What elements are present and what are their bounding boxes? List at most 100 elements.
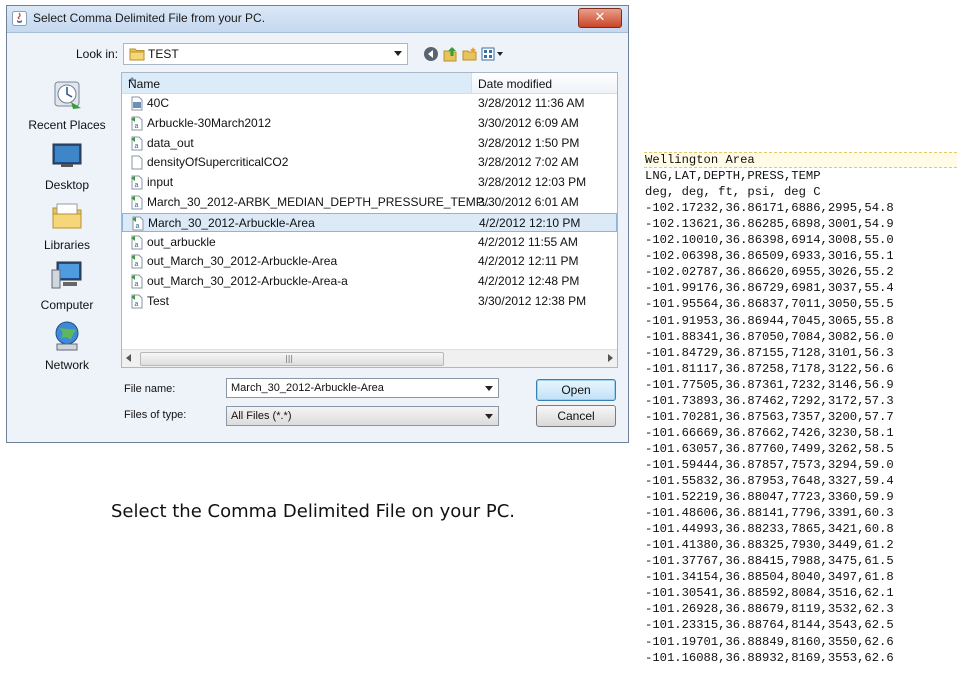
file-name: out_March_30_2012-Arbuckle-Area-a	[147, 274, 348, 289]
file-list-header: Name Date modified	[122, 73, 617, 94]
file-name-value: March_30_2012-Arbuckle-Area	[231, 382, 384, 394]
file-date: 3/30/2012 12:38 PM	[478, 294, 587, 308]
new-folder-icon[interactable]	[462, 46, 478, 62]
look-in-label: Look in:	[76, 47, 119, 61]
up-folder-icon[interactable]	[443, 46, 459, 62]
table-row[interactable]: a Test 3/30/2012 12:38 PM	[122, 292, 617, 311]
csv-data-line: -102.13621,36.86285,6898,3001,54.9	[645, 217, 894, 232]
csv-data-line: -101.44993,36.88233,7865,3421,60.8	[645, 522, 894, 537]
csv-data-line: -101.48606,36.88141,7796,3391,60.3	[645, 506, 894, 521]
back-icon[interactable]	[423, 46, 439, 62]
window-title: Select Comma Delimited File from your PC…	[33, 11, 266, 25]
chevron-down-icon[interactable]	[485, 386, 493, 391]
data-file-icon: a	[132, 216, 144, 231]
file-date: 3/28/2012 7:02 AM	[478, 155, 579, 170]
view-menu-icon[interactable]	[481, 46, 505, 62]
look-in-dropdown[interactable]: TEST	[123, 43, 408, 65]
csv-header-line: LNG,LAT,DEPTH,PRESS,TEMP	[645, 169, 821, 184]
look-in-value: TEST	[148, 47, 179, 61]
column-header-date[interactable]: Date modified	[472, 73, 617, 93]
table-row[interactable]: a Arbuckle-30March2012 3/30/2012 6:09 AM	[122, 114, 617, 133]
place-label: Network	[44, 358, 89, 372]
file-type-dropdown[interactable]: All Files (*.*)	[226, 406, 499, 426]
place-label: Libraries	[43, 238, 91, 252]
table-row[interactable]: a data_out 3/28/2012 1:50 PM	[122, 134, 617, 153]
table-row[interactable]: a out_March_30_2012-Arbuckle-Area 4/2/2012…	[122, 252, 617, 271]
csv-data-line: -101.30541,36.88592,8084,3516,62.1	[645, 586, 894, 601]
file-name: 40C	[147, 96, 170, 110]
scroll-left-icon[interactable]	[126, 354, 131, 362]
file-name: March_30_2012-ARBK_MEDIAN_DEPTH_PRESSURE…	[147, 195, 493, 209]
file-name: Test	[147, 294, 170, 308]
horizontal-scrollbar[interactable]: |||	[122, 349, 617, 367]
cancel-button[interactable]: Cancel	[536, 405, 616, 427]
file-name-input[interactable]: March_30_2012-Arbuckle-Area	[226, 378, 499, 398]
svg-text:a: a	[135, 301, 139, 308]
csv-data-line: -101.88341,36.87050,7084,3082,56.0	[645, 329, 894, 344]
java-icon	[12, 11, 27, 26]
recent-places-icon	[54, 81, 81, 109]
libraries-icon	[52, 203, 82, 229]
file-chooser-dialog: Select Comma Delimited File from your PC…	[6, 5, 629, 443]
file-type-value: All Files (*.*)	[231, 410, 292, 422]
table-row[interactable]: a March_30_2012-ARBK_MEDIAN_DEPTH_PRESSUR…	[122, 193, 617, 212]
csv-data-line: -101.70281,36.87563,7357,3200,57.7	[645, 409, 894, 424]
table-row[interactable]: a out_arbuckle 4/2/2012 11:55 AM	[122, 233, 617, 252]
data-file-icon: a	[131, 235, 143, 250]
csv-data-line: -101.66669,36.87662,7426,3230,58.1	[645, 425, 894, 440]
file-date: 4/2/2012 11:55 AM	[478, 234, 578, 249]
csv-data-line: -102.02787,36.86620,6955,3026,55.2	[645, 265, 894, 280]
table-row[interactable]: 40C 3/28/2012 11:36 AM	[122, 94, 617, 113]
file-date: 4/2/2012 12:48 PM	[478, 274, 580, 289]
csv-data-line: -101.81117,36.87258,7178,3122,56.6	[645, 361, 894, 376]
file-name: densityOfSupercriticalCO2	[147, 155, 289, 170]
csv-data-line: -101.26928,36.88679,8119,3532,62.3	[645, 602, 894, 617]
file-date: 4/2/2012 12:11 PM	[478, 254, 579, 269]
table-row[interactable]: a out_March_30_2012-Arbuckle-Area-a 4/2/20…	[122, 272, 617, 291]
scrollbar-thumb[interactable]: |||	[140, 352, 444, 366]
file-date: 3/30/2012 6:09 AM	[478, 115, 579, 130]
csv-data-line: -101.63057,36.87760,7499,3262,58.5	[645, 441, 894, 456]
csv-data-line: -101.16088,36.88932,8169,3553,62.6	[645, 650, 894, 665]
column-header-name[interactable]: Name	[122, 73, 472, 93]
table-row[interactable]: a input 3/28/2012 12:03 PM	[122, 173, 617, 192]
file-name: out_arbuckle	[147, 234, 216, 249]
csv-data-line: -101.34154,36.88504,8040,3497,61.8	[645, 570, 894, 585]
file-date: 3/28/2012 12:03 PM	[478, 175, 587, 190]
place-label: Desktop	[44, 178, 90, 192]
title-bar[interactable]: Select Comma Delimited File from your PC…	[7, 6, 628, 33]
instruction-caption: Select the Comma Delimited File on your …	[111, 501, 515, 522]
csv-data-line: -101.37767,36.88415,7988,3475,61.5	[645, 554, 894, 569]
open-button[interactable]: Open	[536, 379, 616, 401]
svg-text:a: a	[135, 143, 139, 150]
blank-file-icon	[131, 155, 143, 170]
file-type-label: Files of type:	[124, 409, 187, 421]
svg-text:a: a	[136, 223, 140, 230]
svg-text:a: a	[135, 182, 139, 189]
table-row[interactable]: densityOfSupercriticalCO2 3/28/2012 7:02 …	[122, 153, 617, 172]
csv-data-line: -102.10010,36.86398,6914,3008,55.0	[645, 233, 894, 248]
file-name: input	[147, 175, 174, 190]
csv-title-line: Wellington Area	[645, 153, 755, 167]
close-button[interactable]: ✕	[578, 8, 622, 28]
file-name: Arbuckle-30March2012	[147, 115, 272, 130]
network-icon	[55, 321, 79, 351]
csv-data-line: -101.55832,36.87953,7648,3327,59.4	[645, 474, 894, 488]
scroll-right-icon[interactable]	[608, 354, 613, 362]
place-label: Computer	[40, 298, 94, 312]
csv-data-line: -101.73893,36.87462,7292,3172,57.3	[645, 393, 894, 408]
data-file-icon: a	[131, 274, 143, 289]
binary-file-icon	[131, 96, 143, 111]
csv-data-line: -102.06398,36.86509,6933,3016,55.1	[645, 249, 894, 264]
table-row-selected[interactable]: a March_30_2012-Arbuckle-Area 4/2/2012 12:…	[122, 212, 617, 232]
data-file-icon: a	[131, 136, 143, 151]
file-date: 3/28/2012 11:36 AM	[478, 96, 585, 110]
file-date: 3/28/2012 1:50 PM	[478, 135, 580, 150]
column-label: Date modified	[478, 77, 553, 91]
places-sidebar: Recent Places Desktop Libraries Computer…	[17, 74, 117, 438]
data-file-icon: a	[131, 254, 143, 269]
folder-icon	[129, 48, 145, 61]
desktop-icon	[52, 143, 82, 167]
data-file-icon: a	[131, 175, 143, 190]
grip-icon: |||	[285, 354, 294, 363]
